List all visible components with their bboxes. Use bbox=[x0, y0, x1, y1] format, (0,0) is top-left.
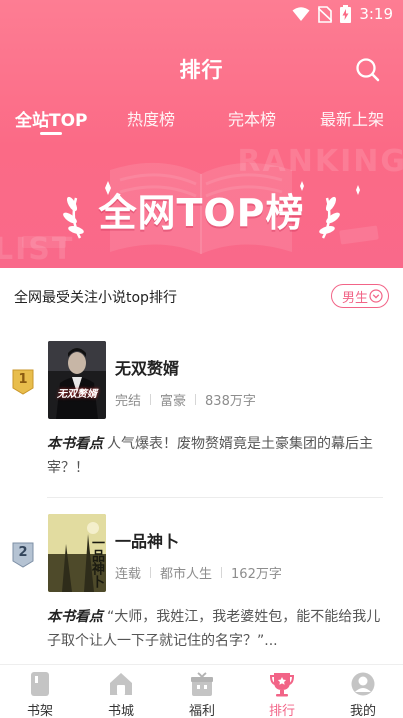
header-area: 3:19 排行 全站TOP 热度榜 完本榜 最新上架 RANKING LIST … bbox=[0, 0, 403, 268]
meta-divider bbox=[195, 394, 197, 405]
nav-label: 排行 bbox=[268, 704, 295, 718]
meta-divider bbox=[150, 567, 152, 578]
book-cover[interactable]: 一品神卜 bbox=[48, 514, 106, 592]
tab-completed[interactable]: 完本榜 bbox=[228, 106, 276, 130]
tab-bar: 全站TOP 热度榜 完本榜 最新上架 bbox=[0, 106, 403, 140]
nav-ranking[interactable]: 排行 bbox=[242, 665, 322, 718]
banner: RANKING LIST 全网TOP榜 bbox=[0, 140, 403, 268]
book-status: 完结 bbox=[115, 394, 142, 409]
nav-label: 我的 bbox=[349, 704, 376, 718]
book-title[interactable]: 无双赘婿 bbox=[115, 355, 179, 379]
nav-welfare[interactable]: 福利 bbox=[162, 665, 242, 718]
rank-badge: 2 bbox=[12, 542, 34, 568]
book-meta: 完结 富豪 838万字 bbox=[115, 390, 256, 409]
banner-ghost-text-left: LIST bbox=[0, 232, 75, 267]
chevron-down-icon bbox=[369, 289, 383, 303]
book-word-count: 162万字 bbox=[231, 567, 282, 582]
search-icon bbox=[356, 58, 380, 82]
highlight-label: 本书看点 bbox=[47, 436, 103, 452]
book-status: 连载 bbox=[115, 567, 142, 582]
gender-filter-button[interactable]: 男生 bbox=[331, 284, 389, 308]
list-item[interactable]: 2 一品神卜 一品神卜 连载 都市人生 162万字 本书看点 “大师，我姓江，我老… bbox=[0, 514, 403, 664]
banner-ghost-text-top: RANKING bbox=[237, 144, 403, 179]
nav-label: 书城 bbox=[107, 704, 134, 718]
book-cover[interactable]: 无双赘婿 bbox=[48, 341, 106, 419]
book-highlight: 本书看点 “大师，我姓江，我老婆姓包，能不能给我儿子取个让人一下子就记住的名字？”… bbox=[47, 605, 383, 653]
status-icons: 3:19 bbox=[292, 5, 393, 23]
book-highlight: 本书看点 人气爆表！废物赘婿竟是土豪集团的幕后主宰？！ bbox=[47, 432, 383, 480]
rank-badge: 1 bbox=[12, 369, 34, 395]
book-cover-title: 一品神卜 bbox=[89, 536, 104, 588]
rank-number: 1 bbox=[18, 372, 28, 387]
list-item[interactable]: 1 无双赘婿 无双赘婿 完结 富豪 838万字 本书看点 人气爆表！废物赘婿竟是土… bbox=[0, 341, 403, 501]
book-genre: 都市人生 bbox=[160, 567, 213, 582]
nav-bookstore[interactable]: 书城 bbox=[81, 665, 161, 718]
no-sim-icon bbox=[318, 5, 333, 23]
book-title[interactable]: 一品神卜 bbox=[115, 528, 179, 552]
battery-charging-icon bbox=[340, 5, 352, 23]
rank-number: 2 bbox=[18, 545, 28, 560]
trophy-icon bbox=[270, 673, 294, 697]
page-title: 排行 bbox=[179, 58, 224, 82]
tab-indicator bbox=[40, 132, 62, 135]
book-word-count: 838万字 bbox=[205, 394, 256, 409]
bottom-nav: 书架 书城 福利 排行 我的 bbox=[0, 664, 403, 718]
profile-icon bbox=[351, 672, 375, 696]
divider bbox=[47, 497, 383, 498]
book-genre: 富豪 bbox=[160, 394, 187, 409]
ranking-description: 全网最受关注小说top排行 bbox=[14, 290, 177, 306]
book-meta: 连载 都市人生 162万字 bbox=[115, 563, 282, 582]
tab-hot[interactable]: 热度榜 bbox=[127, 106, 175, 130]
book-cover-art bbox=[48, 341, 106, 419]
wifi-icon bbox=[292, 7, 310, 21]
search-button[interactable] bbox=[355, 57, 381, 83]
meta-divider bbox=[221, 567, 223, 578]
bookshelf-icon bbox=[31, 672, 49, 696]
tab-all-site-top[interactable]: 全站TOP bbox=[15, 106, 88, 131]
meta-divider bbox=[150, 394, 152, 405]
bookstore-icon bbox=[110, 673, 132, 695]
book-cover-title: 无双赘婿 bbox=[57, 389, 97, 400]
status-bar: 3:19 bbox=[0, 0, 403, 30]
nav-label: 福利 bbox=[188, 704, 215, 718]
nav-profile[interactable]: 我的 bbox=[323, 665, 403, 718]
status-time: 3:19 bbox=[359, 5, 393, 23]
tab-new-arrivals[interactable]: 最新上架 bbox=[320, 106, 384, 130]
nav-label: 书架 bbox=[26, 704, 53, 718]
nav-bookshelf[interactable]: 书架 bbox=[0, 665, 80, 718]
banner-title: 全网TOP榜 bbox=[98, 191, 305, 235]
gift-icon bbox=[191, 672, 213, 696]
gender-filter-label: 男生 bbox=[342, 290, 369, 306]
highlight-label: 本书看点 bbox=[47, 609, 103, 625]
